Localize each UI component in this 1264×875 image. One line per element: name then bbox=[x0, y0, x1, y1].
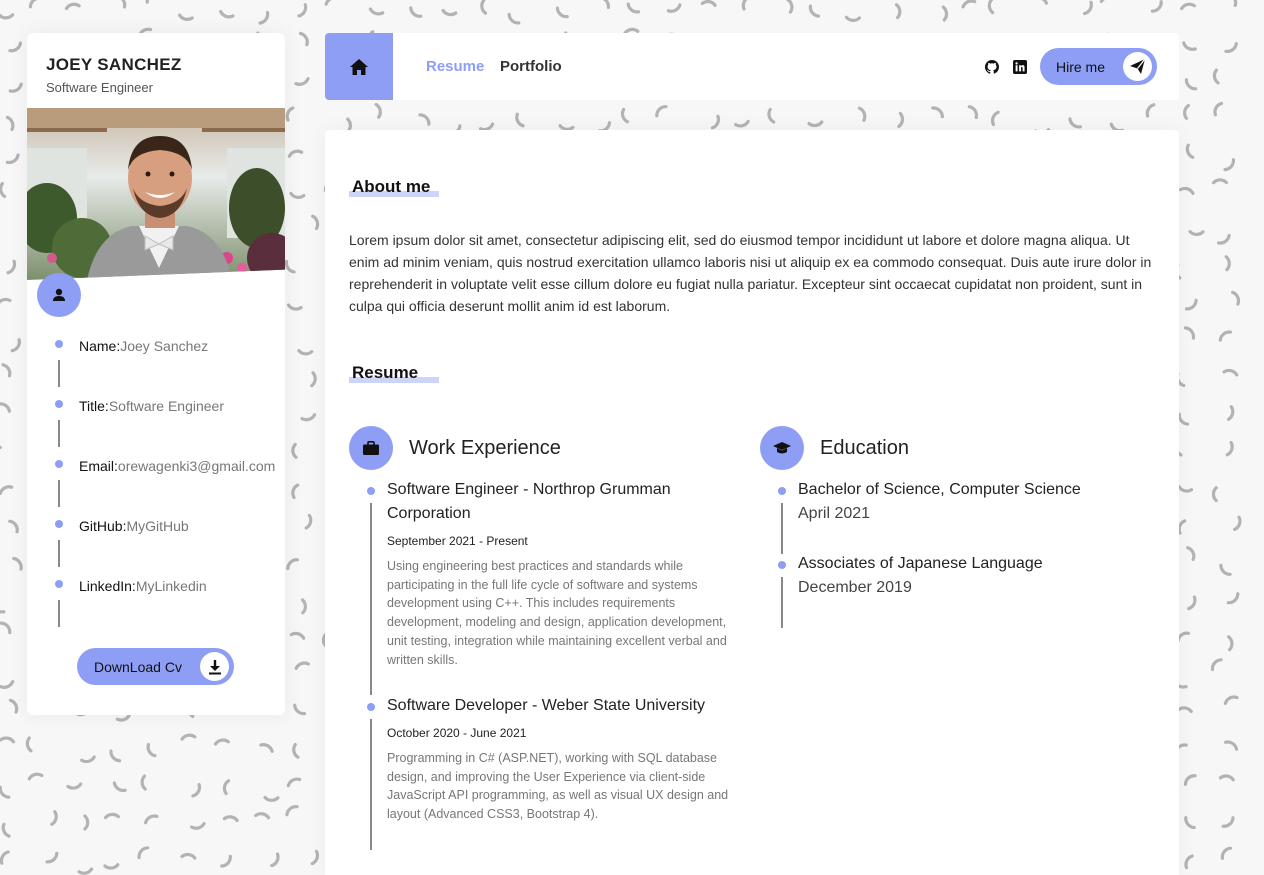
timeline-dot bbox=[55, 580, 63, 588]
briefcase-icon bbox=[349, 426, 393, 470]
timeline-dot bbox=[55, 520, 63, 528]
timeline-dot bbox=[778, 487, 786, 495]
education-entry-date: April 2021 bbox=[798, 505, 871, 522]
resume-heading: Resume bbox=[352, 363, 419, 382]
education-entry-title: Bachelor of Science, Computer Science bbox=[798, 481, 1081, 498]
timeline-line bbox=[58, 360, 60, 387]
info-value: Joey Sanchez bbox=[120, 338, 209, 354]
about-text: Lorem ipsum dolor sit amet, consectetur … bbox=[349, 232, 1152, 314]
timeline-line bbox=[370, 719, 372, 850]
timeline-line bbox=[58, 420, 60, 447]
profile-name: JOEY SANCHEZ bbox=[46, 55, 182, 74]
timeline-dot bbox=[367, 703, 375, 711]
download-cv-label: DownLoad Cv bbox=[94, 658, 182, 675]
info-value: Software Engineer bbox=[108, 398, 225, 414]
hire-me-label: Hire me bbox=[1056, 58, 1106, 75]
profile-info-list: Name:Joey Sanchez Title:Software Enginee… bbox=[27, 333, 285, 633]
education-entry-title: Associates of Japanese Language bbox=[798, 555, 1043, 572]
info-item-linkedin: LinkedIn:MyLinkedin bbox=[27, 573, 285, 633]
profile-card: JOEY SANCHEZ Software Engineer Name:Joey… bbox=[27, 33, 285, 715]
nav-link-portfolio[interactable]: Portfolio bbox=[500, 58, 562, 75]
main-content: About me Lorem ipsum dolor sit amet, con… bbox=[325, 130, 1179, 875]
work-entry-date: September 2021 - Present bbox=[387, 534, 528, 548]
work-entry-title: Software Developer - Weber State Univers… bbox=[387, 697, 706, 714]
linkedin-link[interactable]: MyLinkedin bbox=[136, 578, 207, 594]
github-icon[interactable] bbox=[985, 60, 999, 74]
timeline-dot bbox=[55, 400, 63, 408]
info-label: Name: bbox=[79, 338, 121, 354]
info-label: Email: bbox=[79, 458, 118, 474]
work-entry-title: Software Engineer - Northrop Grumman Cor… bbox=[387, 481, 671, 522]
github-link[interactable]: MyGitHub bbox=[126, 518, 188, 534]
work-experience-heading: Work Experience bbox=[409, 436, 561, 459]
timeline-dot bbox=[367, 487, 375, 495]
info-item-name: Name:Joey Sanchez bbox=[27, 333, 285, 393]
user-icon bbox=[37, 273, 81, 317]
nav-link-resume[interactable]: Resume bbox=[426, 58, 484, 75]
home-icon bbox=[350, 58, 368, 75]
timeline-line bbox=[370, 503, 372, 695]
education-header: Education bbox=[760, 426, 909, 470]
work-entry-description: Programming in C# (ASP.NET), working wit… bbox=[387, 751, 729, 822]
hire-me-button[interactable]: Hire me bbox=[1040, 48, 1157, 85]
graduation-cap-icon bbox=[760, 426, 804, 470]
timeline-line bbox=[58, 540, 60, 567]
info-item-github: GitHub:MyGitHub bbox=[27, 513, 285, 573]
work-entry-date: October 2020 - June 2021 bbox=[387, 726, 527, 740]
info-item-title: Title:Software Engineer bbox=[27, 393, 285, 453]
home-button[interactable] bbox=[325, 33, 393, 100]
top-navigation: Resume Portfolio Hire me bbox=[325, 33, 1179, 100]
info-item-email: Email:orewagenki3@gmail.com bbox=[27, 453, 285, 513]
education-heading: Education bbox=[820, 436, 909, 459]
send-icon bbox=[1123, 52, 1152, 81]
timeline-line bbox=[58, 480, 60, 507]
timeline-dot bbox=[55, 460, 63, 468]
education-entry-date: December 2019 bbox=[798, 579, 912, 596]
info-value-email[interactable]: orewagenki3@gmail.com bbox=[118, 458, 275, 474]
about-heading: About me bbox=[352, 177, 431, 196]
work-entry-description: Using engineering best practices and sta… bbox=[387, 559, 727, 667]
info-label: LinkedIn: bbox=[79, 578, 136, 594]
timeline-line bbox=[58, 600, 60, 627]
info-label: GitHub: bbox=[79, 518, 127, 534]
timeline-dot bbox=[55, 340, 63, 348]
download-icon bbox=[200, 652, 229, 681]
profile-title: Software Engineer bbox=[46, 80, 153, 95]
profile-photo bbox=[27, 108, 285, 280]
timeline-line bbox=[781, 503, 783, 554]
timeline-line bbox=[781, 577, 783, 628]
download-cv-button[interactable]: DownLoad Cv bbox=[77, 648, 234, 685]
work-experience-header: Work Experience bbox=[349, 426, 561, 470]
timeline-dot bbox=[778, 561, 786, 569]
linkedin-icon[interactable] bbox=[1013, 60, 1027, 74]
info-label: Title: bbox=[79, 398, 109, 414]
